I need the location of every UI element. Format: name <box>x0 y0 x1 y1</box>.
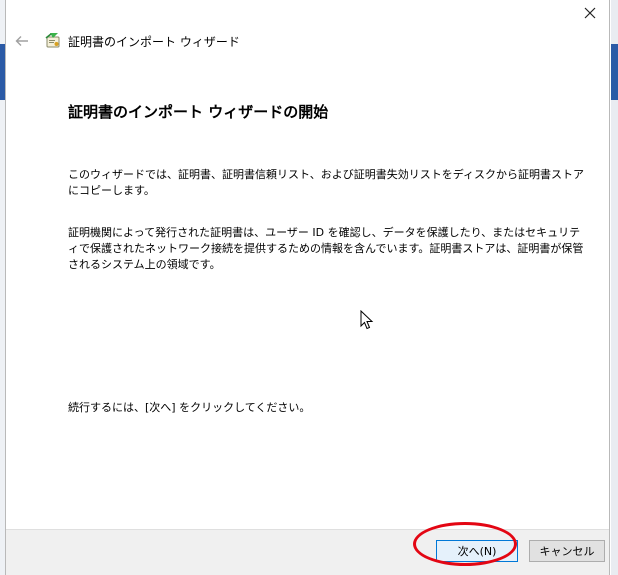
wizard-titlebar: 証明書のインポート ウィザード <box>12 28 569 54</box>
window-title: 証明書のインポート ウィザード <box>68 34 240 49</box>
certificate-wizard-icon <box>45 33 60 48</box>
page-heading: 証明書のインポート ウィザードの開始 <box>68 103 329 121</box>
close-button[interactable] <box>577 2 603 24</box>
back-arrow-icon <box>15 36 28 46</box>
wizard-footer: 次へ(N) キャンセル <box>6 522 609 575</box>
back-button[interactable] <box>12 31 32 51</box>
description-paragraph-2: 証明機関によって発行された証明書は、ユーザー ID を確認し、データを保護したり… <box>68 226 584 271</box>
background-window-right-accent <box>611 44 618 100</box>
cancel-button[interactable]: キャンセル <box>529 540 605 562</box>
close-icon <box>584 7 596 19</box>
instruction-text: 続行するには、[次へ] をクリックしてください。 <box>68 401 311 414</box>
certificate-import-wizard-dialog: 証明書のインポート ウィザード 証明書のインポート ウィザードの開始 このウィザ… <box>5 0 610 575</box>
next-button[interactable]: 次へ(N) <box>436 540 518 562</box>
mouse-pointer-icon <box>360 310 374 330</box>
description-paragraph-1: このウィザードでは、証明書、証明書信頼リスト、および証明書失効リストをディスクか… <box>68 168 585 197</box>
